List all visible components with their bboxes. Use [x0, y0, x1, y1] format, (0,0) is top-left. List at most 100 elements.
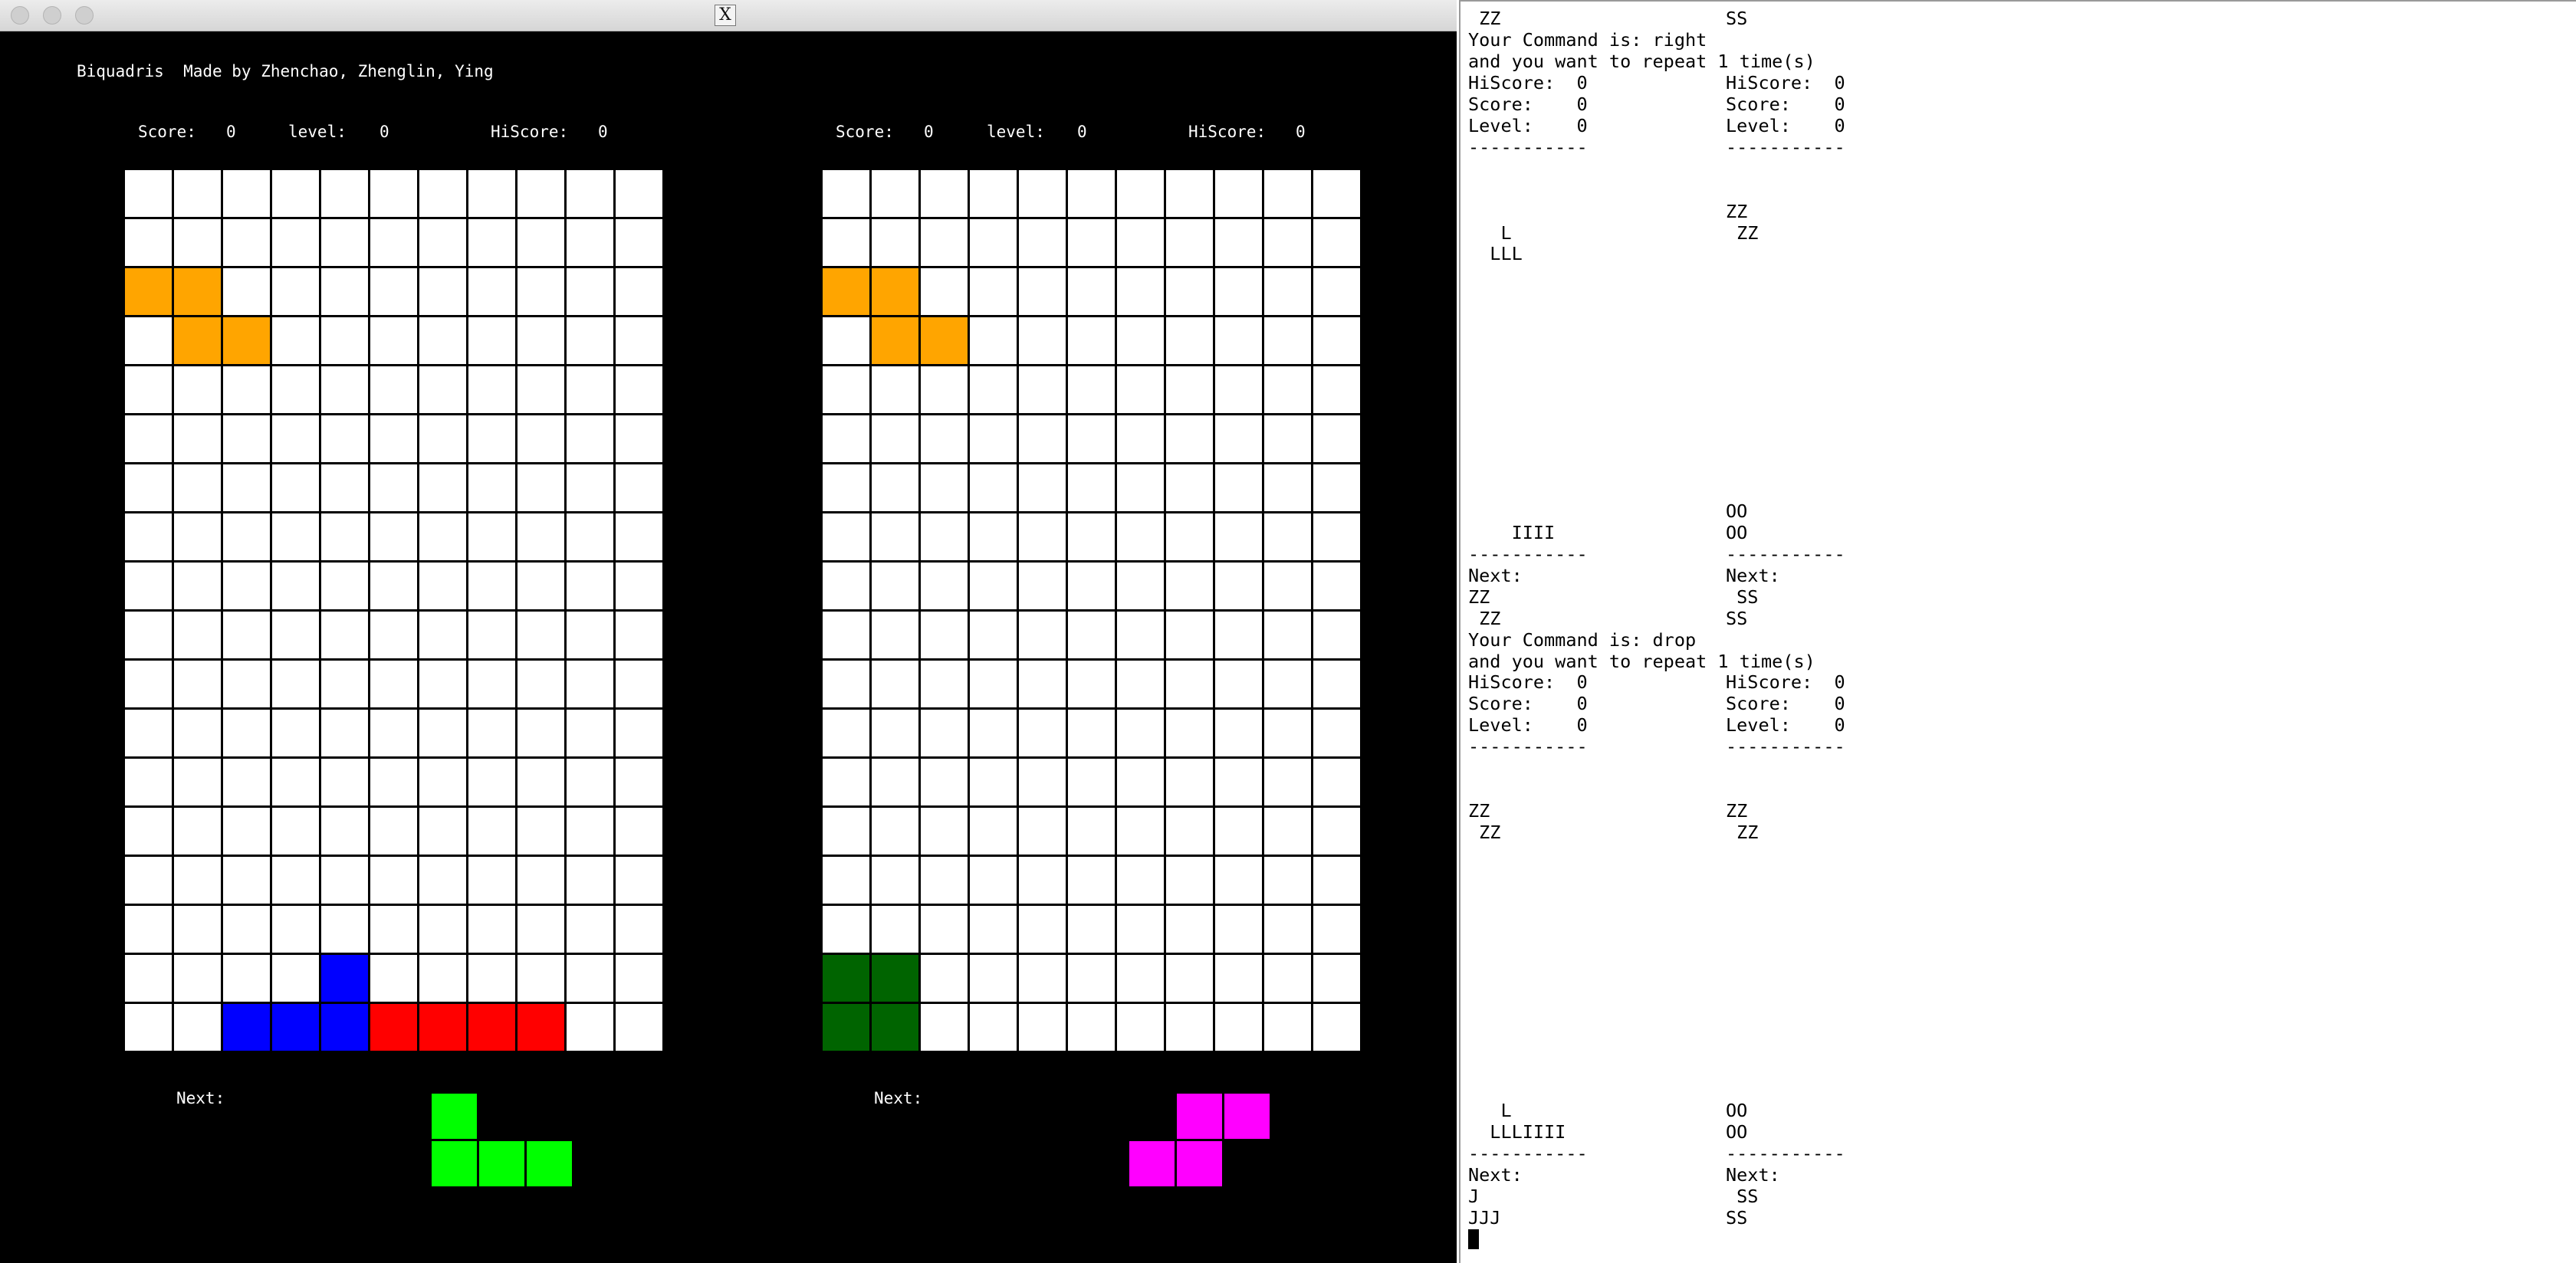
board-cell — [1117, 612, 1164, 658]
next-piece-block — [432, 1141, 477, 1186]
board-cell — [1264, 808, 1311, 855]
board-block — [419, 1004, 466, 1051]
board-cell — [1166, 415, 1213, 462]
terminal-line-right: Score: 0 — [1726, 93, 1845, 115]
board-cell — [468, 710, 515, 756]
board-cell — [1019, 317, 1066, 364]
board-cell — [1166, 906, 1213, 953]
board-cell — [1264, 268, 1311, 315]
board-cell — [419, 317, 466, 364]
board-cell — [321, 219, 368, 266]
board-cell — [1215, 366, 1262, 413]
board-cell — [872, 661, 918, 707]
board-cell — [518, 563, 564, 609]
board-cell — [567, 1004, 613, 1051]
board-cell — [872, 759, 918, 805]
board-cell — [1068, 759, 1115, 805]
board-cell — [1264, 955, 1311, 1002]
board-cell — [616, 612, 662, 658]
terminal-line-right: Level: 0 — [1726, 114, 1845, 136]
board-cell — [321, 317, 368, 364]
board-cell — [125, 906, 172, 953]
terminal-line-right: SS — [1726, 1207, 1748, 1229]
terminal-line-left: J — [1468, 1186, 1480, 1208]
board-cell — [567, 759, 613, 805]
board-cell — [223, 563, 270, 609]
board-cell — [419, 464, 466, 511]
board-cell — [1264, 415, 1311, 462]
terminal-line-right: ZZ — [1726, 800, 1748, 822]
board-cell — [370, 268, 417, 315]
terminal-line-left: and you want to repeat 1 time(s) — [1468, 50, 1815, 72]
board-cell — [125, 759, 172, 805]
board-cell — [1215, 759, 1262, 805]
board-cell — [223, 661, 270, 707]
board-block — [823, 955, 869, 1002]
terminal-line-right: ----------- — [1726, 136, 1845, 158]
board-cell — [1068, 955, 1115, 1002]
board-cell — [272, 268, 319, 315]
board-cell — [616, 661, 662, 707]
board-cell — [223, 170, 270, 217]
board-cell — [1313, 513, 1360, 560]
board-cell — [468, 563, 515, 609]
board-cell — [1264, 1004, 1311, 1051]
board-cell — [616, 563, 662, 609]
board-cell — [174, 857, 221, 904]
zoom-window-button[interactable] — [75, 6, 94, 25]
board-cell — [616, 710, 662, 756]
board-cell — [1313, 612, 1360, 658]
window-titlebar[interactable]: X — [0, 0, 1457, 31]
board-cell — [518, 857, 564, 904]
board-cell — [1019, 1004, 1066, 1051]
terminal-window[interactable]: ZZ SS Your Command is: right and you want t… — [1459, 0, 2576, 1263]
board-cell — [567, 955, 613, 1002]
board-cell — [872, 170, 918, 217]
board-cell — [872, 513, 918, 560]
board-cell — [1166, 317, 1213, 364]
board-cell — [223, 415, 270, 462]
board-cell — [518, 808, 564, 855]
board-cell — [1215, 464, 1262, 511]
board-cell — [174, 759, 221, 805]
terminal-line-left: L — [1468, 221, 1512, 244]
board-cell — [468, 857, 515, 904]
board-cell — [174, 661, 221, 707]
board-cell — [921, 415, 968, 462]
terminal-line-right: ZZ — [1726, 200, 1748, 222]
board-cell — [970, 219, 1017, 266]
board-block — [872, 317, 918, 364]
board-cell — [970, 513, 1017, 560]
terminal-line-right: HiScore: 0 — [1726, 671, 1845, 694]
terminal-line-right: OO — [1726, 1121, 1748, 1143]
terminal-line-right: Score: 0 — [1726, 693, 1845, 715]
game-window[interactable]: X Biquadris Made by Zhenchao, Zhenglin, … — [0, 0, 1457, 1263]
board-cell — [1117, 808, 1164, 855]
terminal-line-left: ----------- — [1468, 136, 1588, 158]
board-cell — [1068, 857, 1115, 904]
close-window-button[interactable] — [11, 6, 29, 25]
terminal-line-right: SS — [1726, 1186, 1759, 1208]
board-cell — [921, 906, 968, 953]
minimize-window-button[interactable] — [43, 6, 61, 25]
board-cell — [970, 759, 1017, 805]
board-cell — [921, 513, 968, 560]
board-cell — [970, 268, 1017, 315]
board-cell — [616, 513, 662, 560]
board-cell — [518, 464, 564, 511]
next-piece-block — [1224, 1094, 1270, 1139]
board-cell — [518, 170, 564, 217]
board-cell — [468, 906, 515, 953]
board-cell — [921, 857, 968, 904]
board-cell — [921, 955, 968, 1002]
board-cell — [1019, 268, 1066, 315]
board-cell — [616, 1004, 662, 1051]
next-piece-block — [1177, 1094, 1222, 1139]
next-piece-block — [1177, 1141, 1222, 1186]
board-cell — [223, 955, 270, 1002]
board-block — [174, 268, 221, 315]
terminal-line-right: HiScore: 0 — [1726, 71, 1845, 93]
terminal-line-right: ----------- — [1726, 1143, 1845, 1165]
board-cell — [616, 219, 662, 266]
board-cell — [1068, 513, 1115, 560]
